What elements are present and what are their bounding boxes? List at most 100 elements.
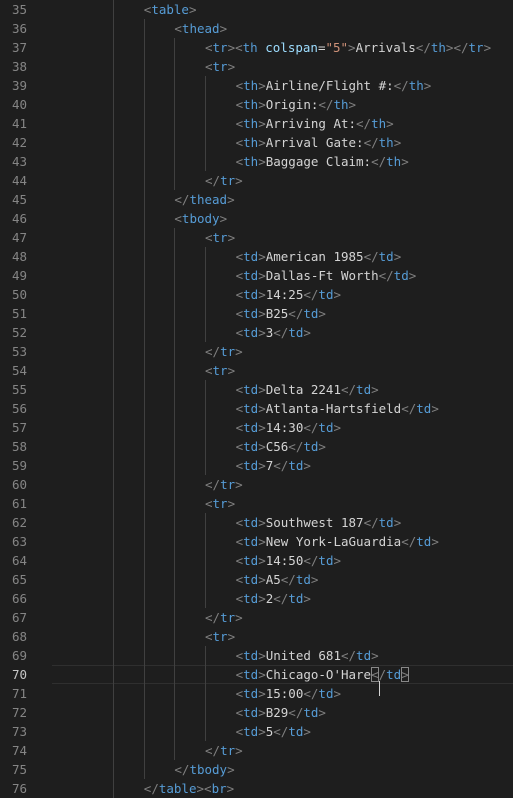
code-token: < bbox=[235, 268, 244, 283]
code-line[interactable]: 52 <td>3</td> bbox=[0, 323, 513, 342]
code-token: > bbox=[227, 496, 236, 511]
code-text: <table> bbox=[144, 0, 197, 19]
code-line[interactable]: 40 <th>Origin:</th> bbox=[0, 95, 513, 114]
indent-guide bbox=[113, 114, 115, 133]
code-token: td bbox=[243, 724, 259, 739]
indent-guide bbox=[205, 114, 206, 133]
code-token: > bbox=[235, 344, 243, 359]
code-token: ></ bbox=[445, 40, 469, 55]
code-token: tr bbox=[220, 477, 236, 492]
code-line[interactable]: 48 <td>American 1985</td> bbox=[0, 247, 513, 266]
code-line[interactable]: 68 <tr> bbox=[0, 627, 513, 646]
code-token: > bbox=[227, 629, 236, 644]
code-line[interactable]: 65 <td>A5</td> bbox=[0, 570, 513, 589]
code-token: td bbox=[243, 382, 259, 397]
code-token: > bbox=[386, 116, 394, 131]
code-token: < bbox=[235, 705, 244, 720]
code-line[interactable]: 38 <tr> bbox=[0, 57, 513, 76]
code-line[interactable]: 71 <td>15:00</td> bbox=[0, 684, 513, 703]
code-token: > bbox=[227, 59, 236, 74]
line-number: 59 bbox=[11, 458, 27, 473]
indent-guide bbox=[174, 646, 176, 665]
indent-guide bbox=[143, 57, 145, 76]
code-token: td bbox=[243, 572, 259, 587]
code-token: < bbox=[235, 135, 244, 150]
code-line[interactable]: 49 <td>Dallas-Ft Worth</td> bbox=[0, 266, 513, 285]
code-line[interactable]: 50 <td>14:25</td> bbox=[0, 285, 513, 304]
code-line[interactable]: 41 <th>Arriving At:</th> bbox=[0, 114, 513, 133]
code-line[interactable]: 37 <tr><th colspan="5">Arrivals</th></tr> bbox=[0, 38, 513, 57]
line-number: 44 bbox=[11, 173, 27, 188]
indent-guide bbox=[113, 551, 115, 570]
indent-guide bbox=[174, 551, 176, 570]
indent-guide bbox=[174, 703, 176, 722]
code-text: <th>Airline/Flight #:</th> bbox=[236, 76, 432, 95]
line-number: 39 bbox=[11, 78, 27, 93]
code-token: td bbox=[416, 401, 432, 416]
code-token: > bbox=[401, 667, 409, 682]
code-line[interactable]: 67 </tr> bbox=[0, 608, 513, 627]
code-line[interactable]: 45 </thead> bbox=[0, 190, 513, 209]
code-line[interactable]: 73 <td>5</td> bbox=[0, 722, 513, 741]
line-number: 46 bbox=[11, 211, 27, 226]
code-token: td bbox=[288, 724, 304, 739]
code-line[interactable]: 61 <tr> bbox=[0, 494, 513, 513]
code-line[interactable]: 36 <thead> bbox=[0, 19, 513, 38]
code-token: </ bbox=[371, 154, 387, 169]
code-token: New York-LaGuardia bbox=[265, 534, 402, 549]
code-token: > bbox=[258, 306, 266, 321]
code-token: < bbox=[235, 420, 244, 435]
code-line[interactable]: 43 <th>Baggage Claim:</th> bbox=[0, 152, 513, 171]
code-line[interactable]: 47 <tr> bbox=[0, 228, 513, 247]
code-line[interactable]: 62 <td>Southwest 187</td> bbox=[0, 513, 513, 532]
code-text: <th>Origin:</th> bbox=[236, 95, 356, 114]
code-line[interactable]: 70 <td>Chicago-O'Hare</td> bbox=[0, 665, 513, 696]
code-token: </ bbox=[378, 268, 394, 283]
indent-guide bbox=[113, 437, 115, 456]
code-token: td bbox=[288, 591, 304, 606]
code-token: th bbox=[243, 135, 259, 150]
code-line[interactable]: 42 <th>Arrival Gate:</th> bbox=[0, 133, 513, 152]
code-line[interactable]: 55 <td>Delta 2241</td> bbox=[0, 380, 513, 399]
code-line[interactable]: 72 <td>B29</td> bbox=[0, 703, 513, 722]
code-token: </ bbox=[273, 591, 289, 606]
code-line[interactable]: 35 <table> bbox=[0, 0, 513, 19]
code-line[interactable]: 44 </tr> bbox=[0, 171, 513, 190]
code-line[interactable]: 39 <th>Airline/Flight #:</th> bbox=[0, 76, 513, 95]
code-line[interactable]: 60 </tr> bbox=[0, 475, 513, 494]
indent-guide bbox=[113, 589, 115, 608]
code-line[interactable]: 59 <td>7</td> bbox=[0, 456, 513, 475]
indent-guide bbox=[143, 589, 145, 608]
code-line[interactable]: 74 </tr> bbox=[0, 741, 513, 760]
code-line[interactable]: 76 </table><br> bbox=[0, 779, 513, 798]
code-line[interactable]: 56 <td>Atlanta-Hartsfield</td> bbox=[0, 399, 513, 418]
indent-guide bbox=[113, 722, 115, 741]
indent-guide bbox=[143, 703, 145, 722]
code-line[interactable]: 66 <td>2</td> bbox=[0, 589, 513, 608]
line-number: 72 bbox=[11, 705, 27, 720]
code-editor[interactable]: 35 <table> 36 <thead> 37 <tr><th colspan="5">… bbox=[0, 0, 513, 798]
code-token: </ bbox=[401, 401, 417, 416]
code-line[interactable]: 46 <tbody> bbox=[0, 209, 513, 228]
indent-guide bbox=[113, 209, 115, 228]
code-line[interactable]: 63 <td>New York-LaGuardia</td> bbox=[0, 532, 513, 551]
code-line[interactable]: 75 </tbody> bbox=[0, 760, 513, 779]
code-line[interactable]: 69 <td>United 681</td> bbox=[0, 646, 513, 665]
indent-guide bbox=[143, 494, 145, 513]
code-line[interactable]: 58 <td>C56</td> bbox=[0, 437, 513, 456]
code-line[interactable]: 54 <tr> bbox=[0, 361, 513, 380]
line-number: 54 bbox=[11, 363, 27, 378]
code-line[interactable]: 53 </tr> bbox=[0, 342, 513, 361]
code-token: > bbox=[401, 154, 409, 169]
code-line[interactable]: 51 <td>B25</td> bbox=[0, 304, 513, 323]
code-line[interactable]: 57 <td>14:30</td> bbox=[0, 418, 513, 437]
indent-guide bbox=[174, 285, 176, 304]
code-token: </ bbox=[280, 572, 296, 587]
code-token: > bbox=[423, 78, 432, 93]
code-line[interactable]: 64 <td>14:50</td> bbox=[0, 551, 513, 570]
indent-guide bbox=[174, 380, 176, 399]
code-token: colspan bbox=[265, 40, 318, 55]
indent-guide bbox=[143, 285, 145, 304]
code-token: > bbox=[258, 154, 266, 169]
indent-guide bbox=[205, 285, 206, 304]
